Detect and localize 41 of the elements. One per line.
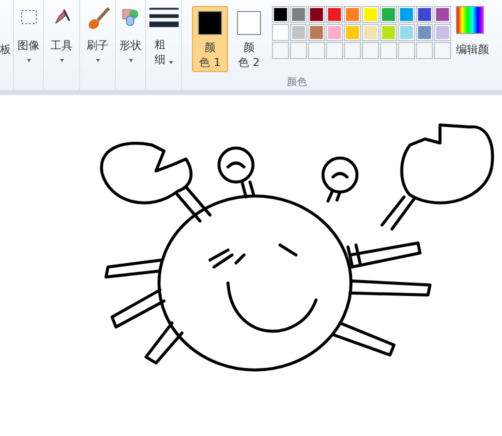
- palette-swatch[interactable]: [290, 6, 307, 23]
- tool-button[interactable]: 图像: [14, 0, 44, 90]
- palette-swatch[interactable]: [362, 24, 379, 41]
- palette-swatch[interactable]: [380, 6, 397, 23]
- shapes-icon: [120, 6, 142, 28]
- tool-label: 形状: [120, 38, 142, 53]
- palette-swatch[interactable]: [272, 24, 289, 41]
- edit-colors-button[interactable]: 编辑颜: [454, 6, 489, 72]
- tool-label: 刷子: [86, 38, 108, 53]
- color-label: 颜色 1: [199, 40, 221, 71]
- tool-label: 板: [0, 42, 11, 57]
- palette-swatch[interactable]: [272, 6, 289, 23]
- palette-swatch[interactable]: [380, 24, 397, 41]
- tool-button[interactable]: 刷子: [80, 0, 116, 90]
- group-label: 颜色: [287, 76, 307, 89]
- palette-swatch[interactable]: [434, 24, 451, 41]
- palette-swatch[interactable]: [326, 24, 343, 41]
- palette-swatch[interactable]: [308, 6, 325, 23]
- tool-button[interactable]: 板: [0, 0, 14, 90]
- palette-swatch[interactable]: [326, 6, 343, 23]
- palette-swatch[interactable]: [416, 24, 433, 41]
- tool-label: 工具: [50, 38, 72, 53]
- tool-button[interactable]: 工具: [44, 0, 80, 90]
- palette-swatch[interactable]: [398, 24, 415, 41]
- palette-swatch[interactable]: [290, 24, 307, 41]
- color-selector[interactable]: 颜色 1: [192, 6, 228, 72]
- tool-label: 粗细: [154, 38, 166, 68]
- tool-label: 图像: [18, 38, 40, 53]
- color-selector[interactable]: 颜色 2: [231, 6, 267, 72]
- palette-swatch[interactable]: [398, 6, 415, 23]
- line-width-icon: [148, 6, 178, 28]
- palette-swatch[interactable]: [434, 6, 451, 23]
- palette-swatch[interactable]: [362, 6, 379, 23]
- palette-swatch[interactable]: [344, 24, 361, 41]
- palette-swatch[interactable]: [416, 6, 433, 23]
- color-label: 颜色 2: [238, 40, 260, 71]
- rainbow-icon: [456, 6, 484, 34]
- tool-button[interactable]: 形状: [116, 0, 146, 90]
- palette-swatch[interactable]: [344, 6, 361, 23]
- tool-button[interactable]: 粗细: [146, 0, 182, 90]
- palette-swatch[interactable]: [308, 24, 325, 41]
